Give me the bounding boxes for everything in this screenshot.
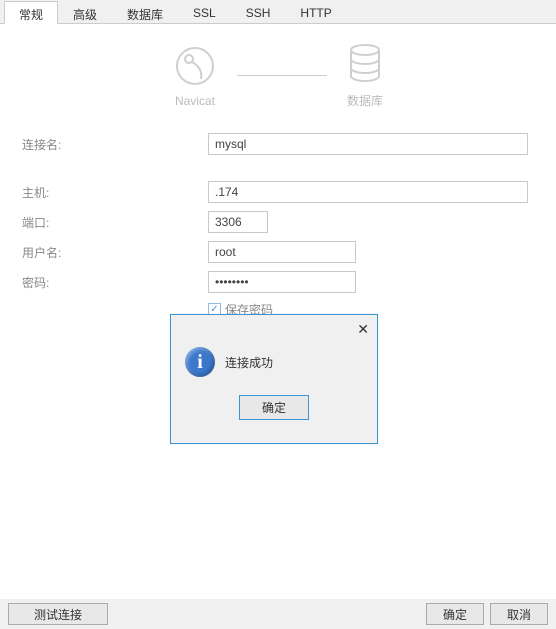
host-label: 主机: xyxy=(20,184,208,201)
tab-database[interactable]: 数据库 xyxy=(112,1,178,24)
navicat-icon-col: Navicat xyxy=(173,44,217,108)
row-password: 密码: xyxy=(20,271,536,293)
tab-advanced[interactable]: 高级 xyxy=(58,1,112,24)
tab-general[interactable]: 常规 xyxy=(4,1,58,24)
db-icon-col: 数据库 xyxy=(347,42,383,109)
row-host: 主机: xyxy=(20,181,536,203)
navicat-icon xyxy=(173,44,217,88)
test-connection-button[interactable]: 测试连接 xyxy=(8,603,108,625)
dialog-footer: 确定 xyxy=(171,387,377,420)
database-icon xyxy=(347,42,383,86)
bottom-bar: 测试连接 确定 取消 xyxy=(0,599,556,629)
dialog-body: i 连接成功 xyxy=(171,315,377,387)
connector-line xyxy=(237,75,327,76)
host-input[interactable] xyxy=(208,181,528,203)
tab-http[interactable]: HTTP xyxy=(285,1,346,24)
database-label: 数据库 xyxy=(347,92,383,109)
tab-content: Navicat 数据库 连接名: 主机: 端口: xyxy=(0,24,556,599)
port-input[interactable] xyxy=(208,211,268,233)
close-icon[interactable]: ✕ xyxy=(357,321,369,338)
cancel-button[interactable]: 取消 xyxy=(490,603,548,625)
connection-form: 连接名: 主机: 端口: 用户名: 密码: ✓ 保存密码 xyxy=(20,125,536,318)
connection-name-input[interactable] xyxy=(208,133,528,155)
password-label: 密码: xyxy=(20,274,208,291)
dialog-ok-button[interactable]: 确定 xyxy=(239,395,309,420)
username-input[interactable] xyxy=(208,241,356,263)
row-port: 端口: xyxy=(20,211,536,233)
row-connection-name: 连接名: xyxy=(20,133,536,155)
header-graphic: Navicat 数据库 xyxy=(20,34,536,125)
password-input[interactable] xyxy=(208,271,356,293)
message-dialog: ✕ i 连接成功 确定 xyxy=(170,314,378,444)
tab-bar: 常规 高级 数据库 SSL SSH HTTP xyxy=(0,0,556,24)
port-label: 端口: xyxy=(20,214,208,231)
tab-ssh[interactable]: SSH xyxy=(231,1,286,24)
ok-button[interactable]: 确定 xyxy=(426,603,484,625)
username-label: 用户名: xyxy=(20,244,208,261)
connection-name-label: 连接名: xyxy=(20,136,208,153)
navicat-label: Navicat xyxy=(175,94,215,108)
tab-ssl[interactable]: SSL xyxy=(178,1,231,24)
row-username: 用户名: xyxy=(20,241,536,263)
info-icon: i xyxy=(185,347,215,377)
dialog-message: 连接成功 xyxy=(225,354,273,371)
